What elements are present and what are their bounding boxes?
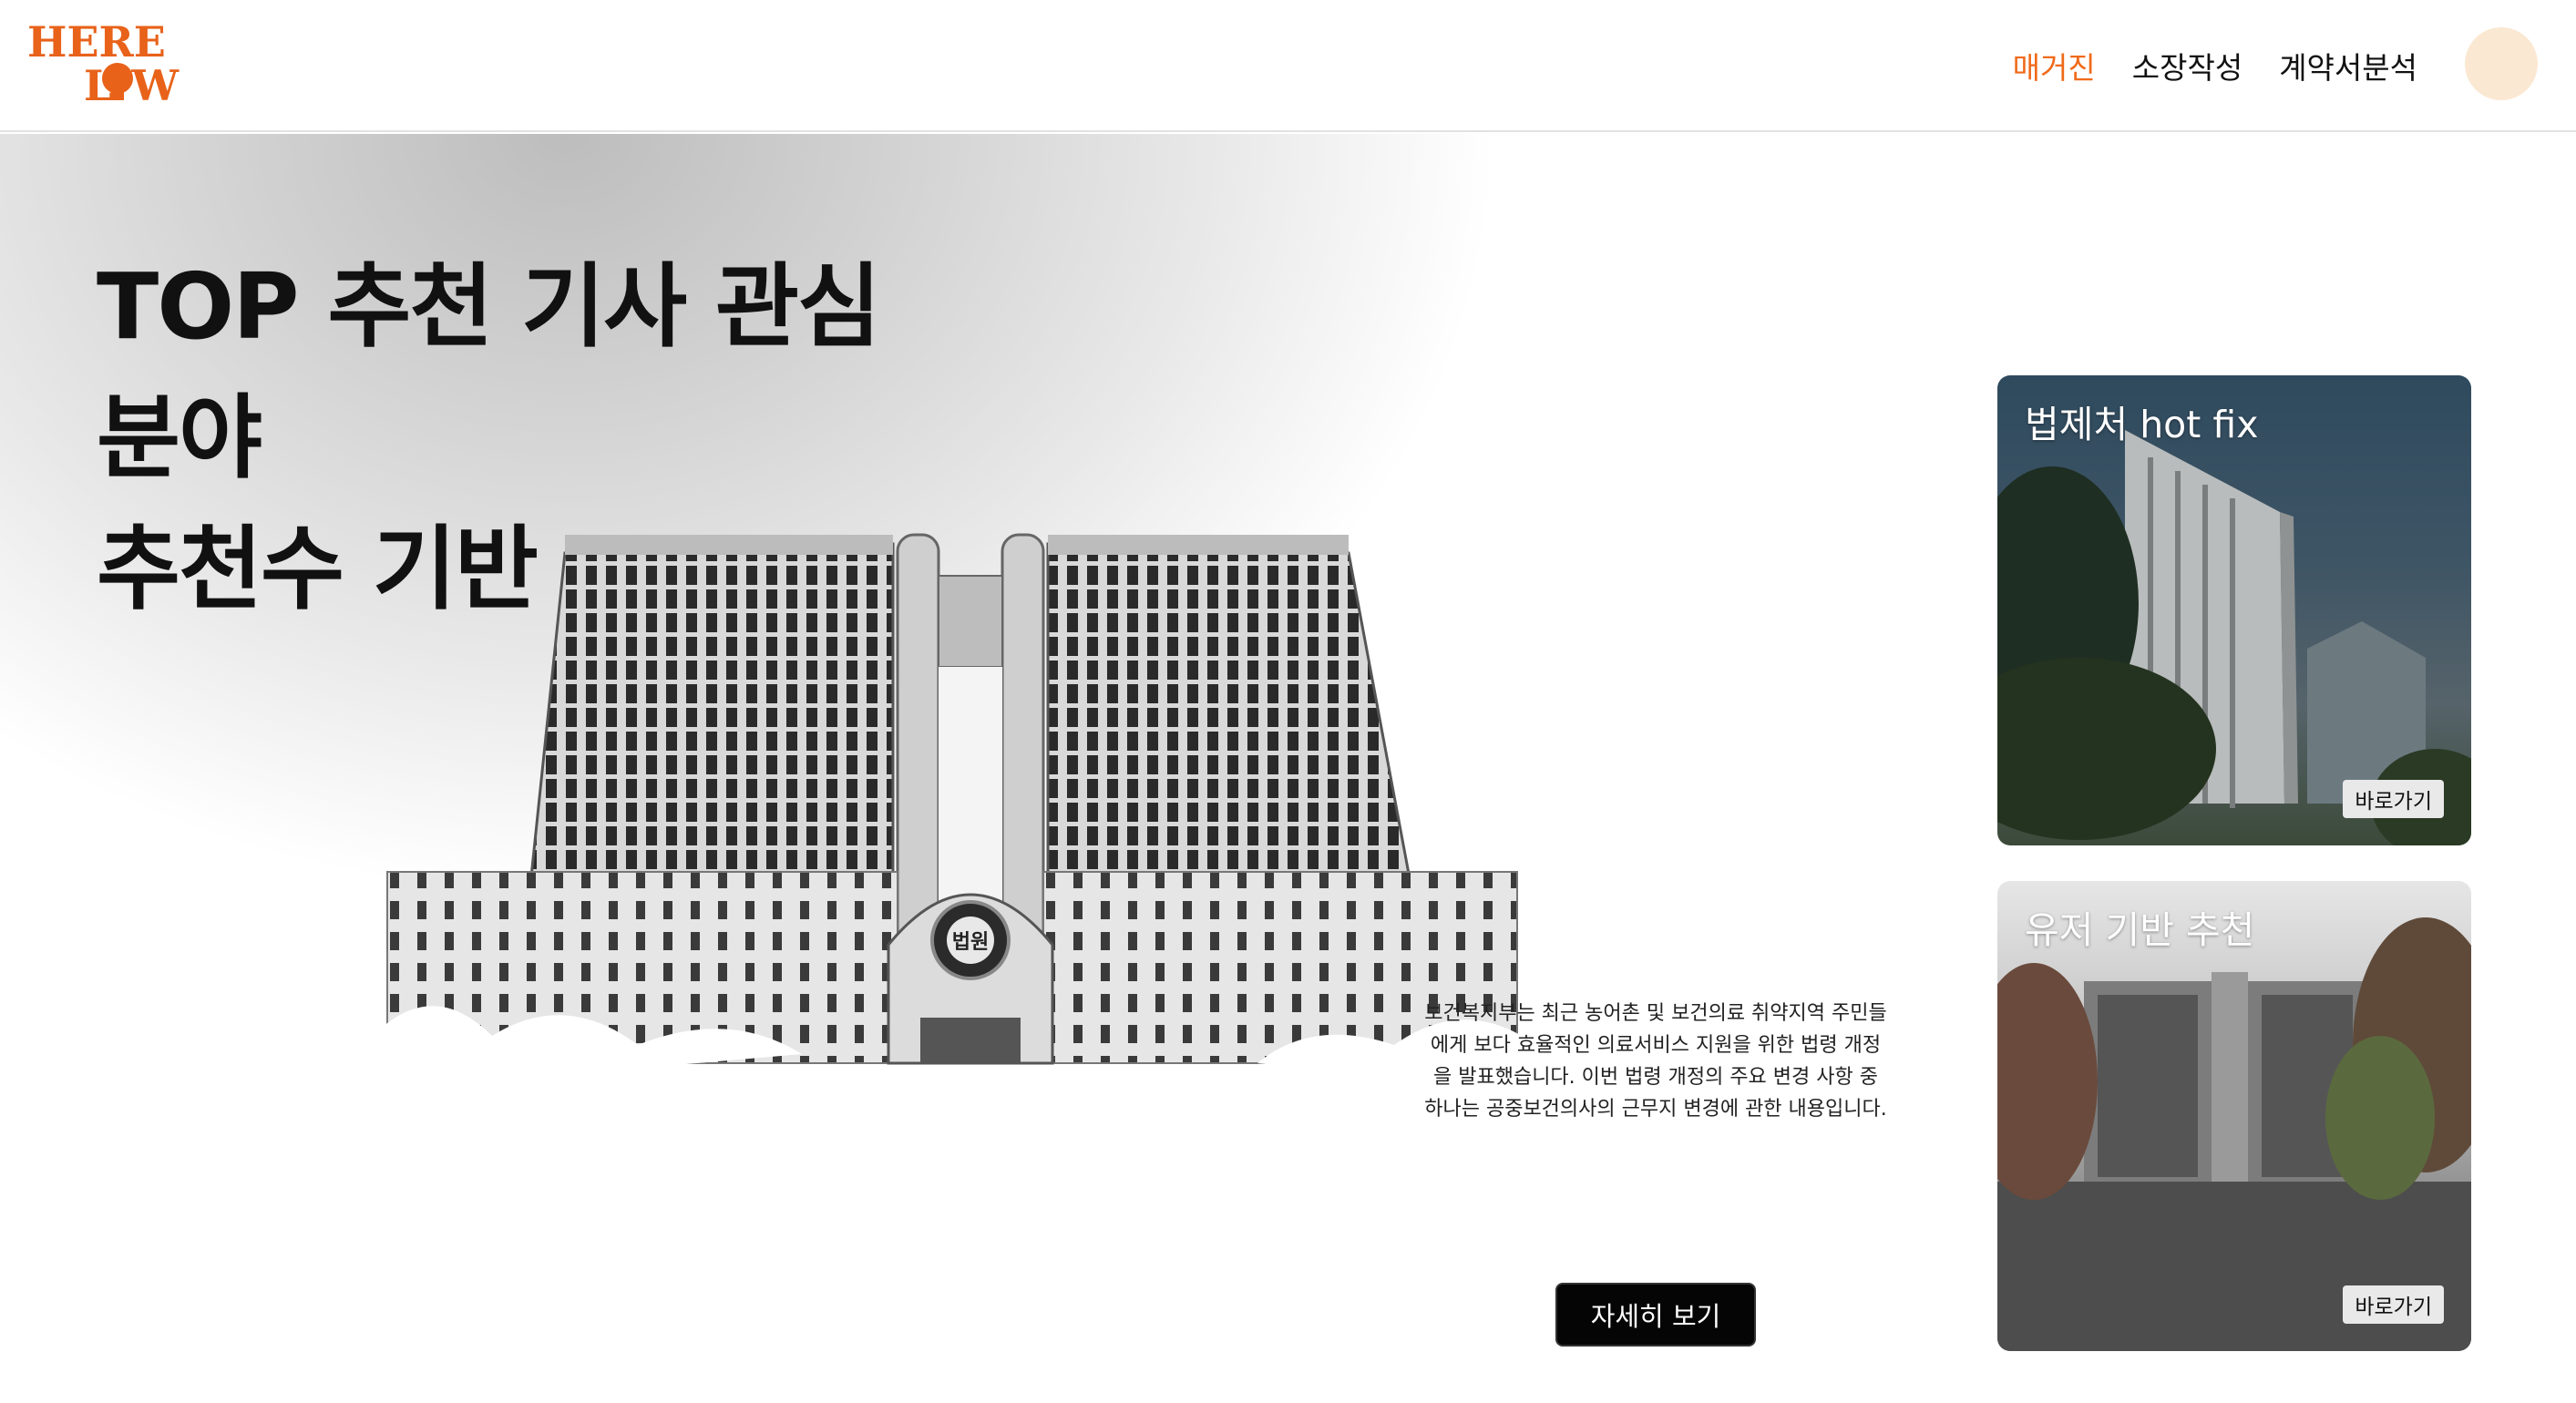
card-user-recommendation[interactable]: 유저 기반 추천 바로가기 [1997, 881, 2471, 1351]
view-details-button[interactable]: 자세히 보기 [1555, 1283, 1756, 1347]
article-excerpt: 보건복지부는 최근 농어촌 및 보건의료 취약지역 주민들에게 보다 효율적인 … [1424, 1002, 1887, 1121]
card-recommendation-title: 유저 기반 추천 [2025, 908, 2255, 952]
logo-bottom-text: L W [84, 61, 180, 106]
card-recommendation-link-button[interactable]: 바로가기 [2343, 1285, 2444, 1324]
card-hotfix-title: 법제처 hot fix [2025, 403, 2259, 446]
user-avatar[interactable] [2465, 27, 2538, 100]
nav-magazine[interactable]: 매거진 [2013, 44, 2096, 87]
courthouse-building-image: 법원 [383, 533, 1522, 1091]
nav-contract-analysis[interactable]: 계약서분석 [2279, 44, 2417, 87]
magazine-hero: TOP 추천 기사 관심 분야 추천수 기반 법원 보건복지부는 최근 농어촌 … [0, 134, 2576, 1403]
nav-complaint-writing[interactable]: 소장작성 [2132, 44, 2242, 87]
card-law-hotfix[interactable]: 법제처 hot fix 바로가기 [1997, 375, 2471, 845]
logo-graphic: HERE L W [27, 18, 180, 106]
main-nav: 매거진 소장작성 계약서분석 [2013, 44, 2417, 87]
svg-text:HERE: HERE [27, 18, 166, 67]
courthouse-sign: 법원 [952, 931, 989, 954]
hero-title-line-1: TOP 추천 기사 관심 [97, 253, 881, 360]
card-hotfix-link-button[interactable]: 바로가기 [2343, 780, 2444, 818]
top-navigation-bar: HERE L W 매거진 소장작성 계약서분석 [0, 0, 2576, 132]
herelaw-logo[interactable]: HERE L W [24, 18, 206, 106]
